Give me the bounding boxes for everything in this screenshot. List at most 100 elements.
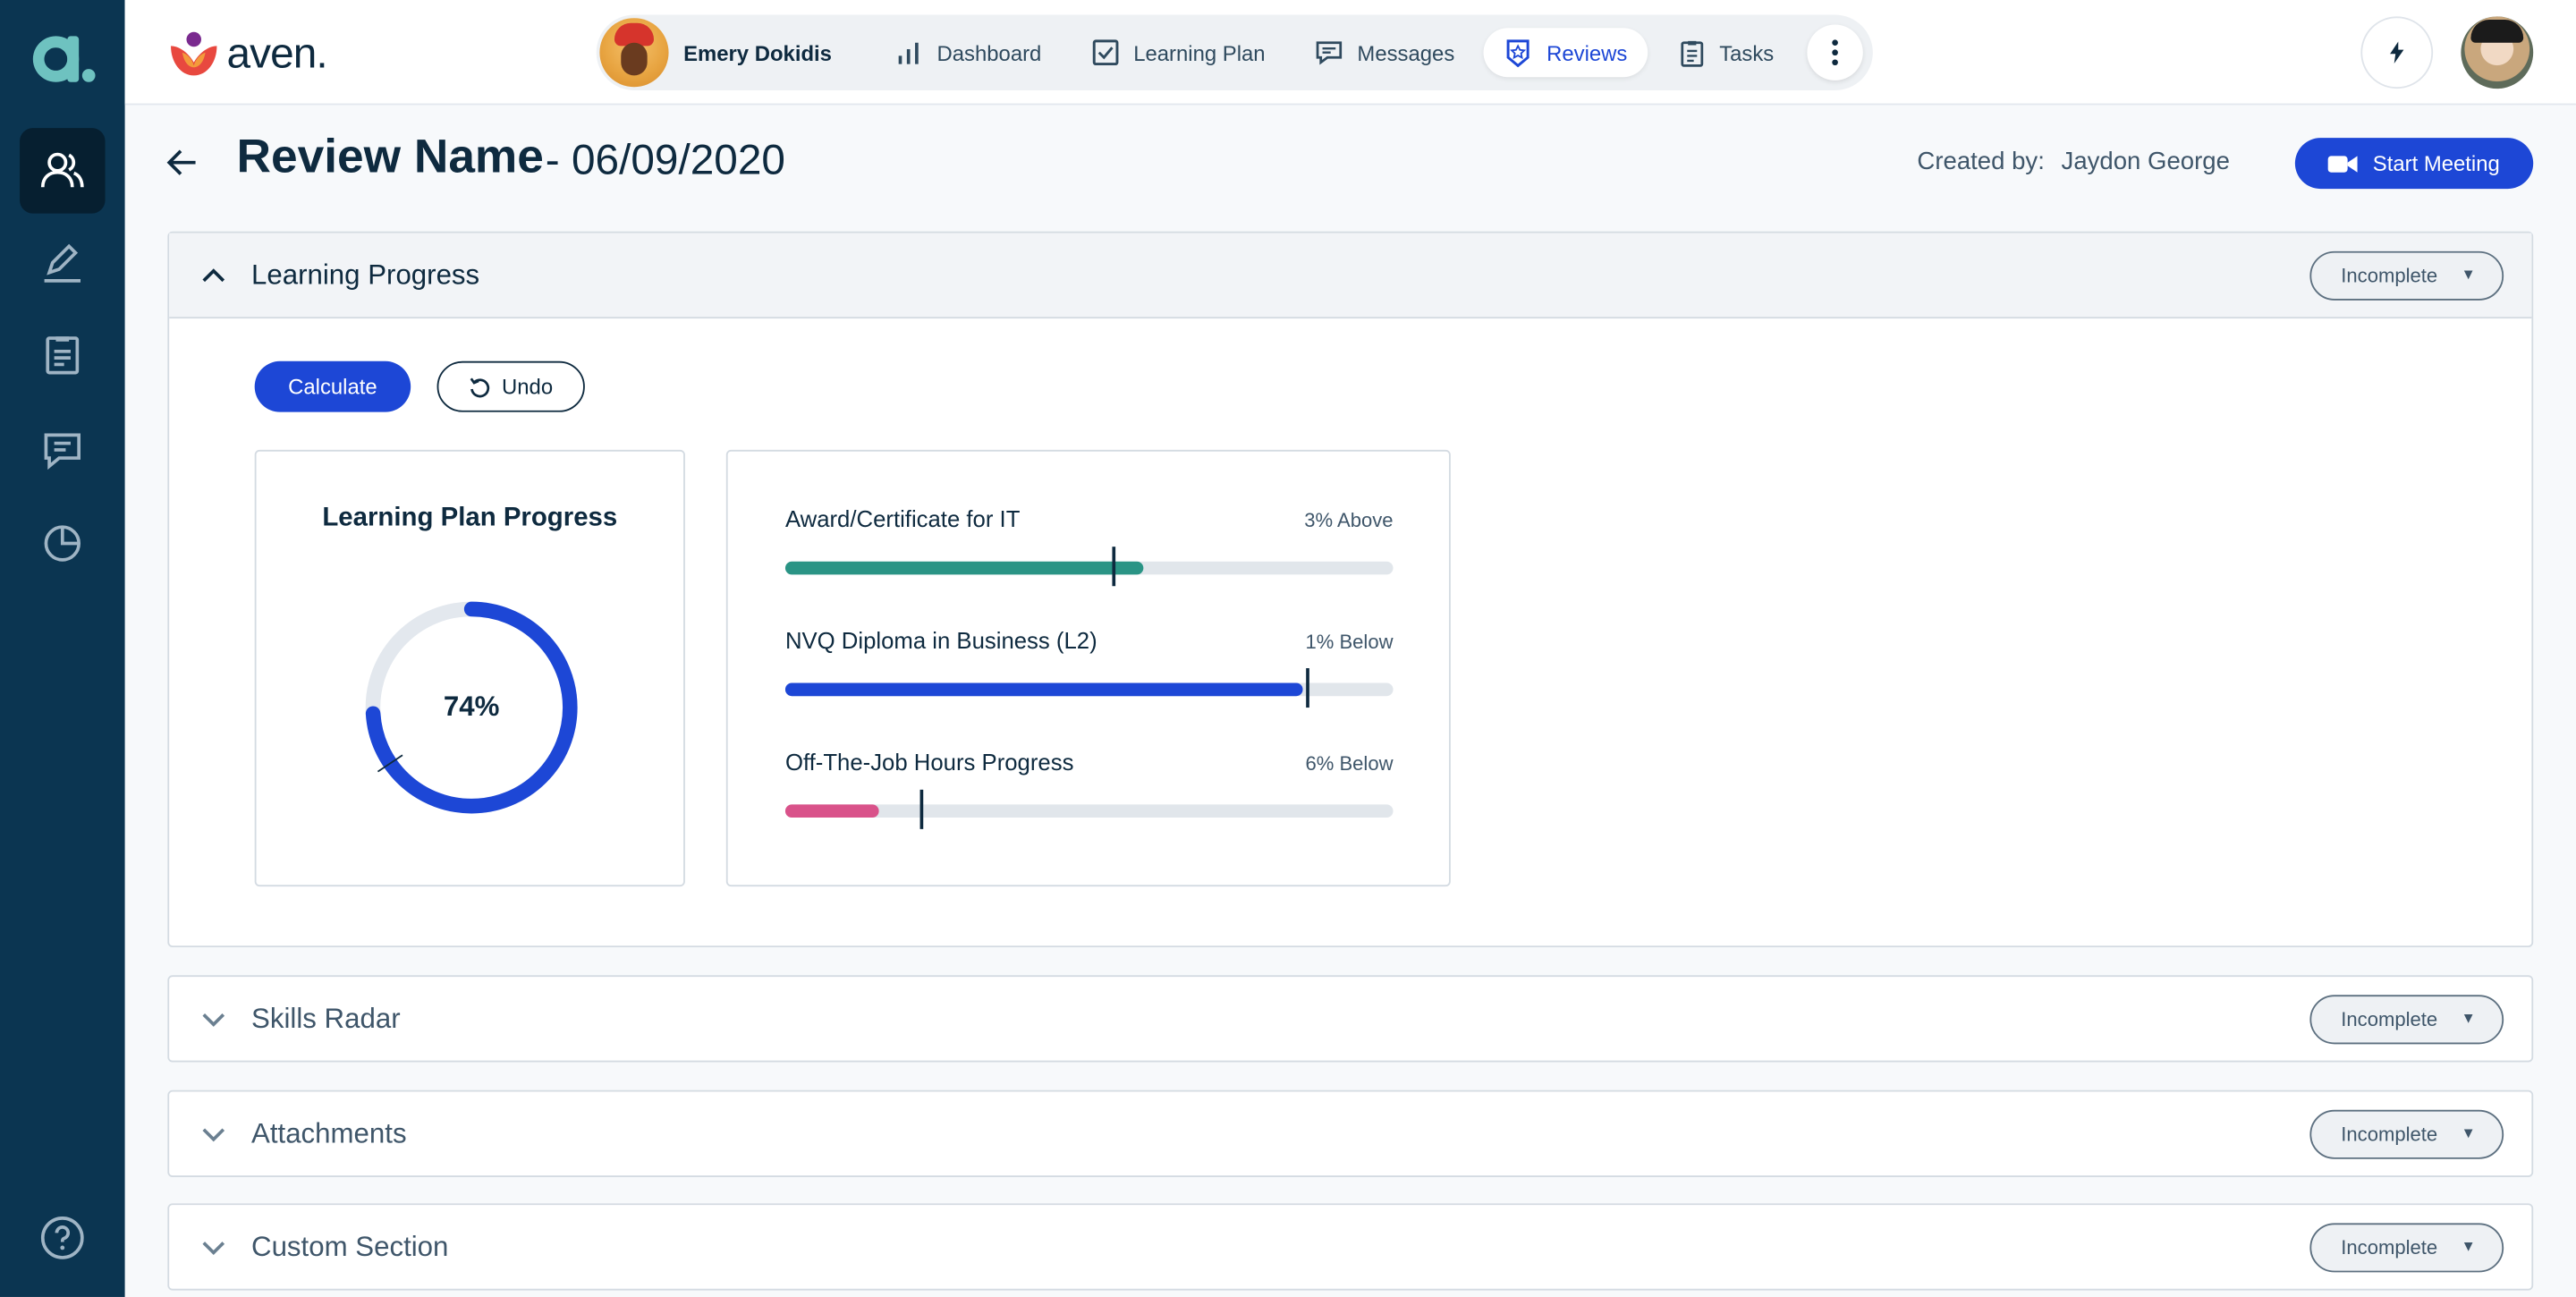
created-by-name: Jaydon George [2061,148,2230,176]
sidebar-item-tasks[interactable] [20,312,106,397]
status-value: Incomplete [2341,1007,2438,1031]
section-attachments: Attachments Incomplete ▼ [167,1089,2534,1177]
progress-row-delta: 6% Below [1305,751,1394,776]
tab-label: Tasks [1719,39,1775,65]
chevron-up-icon[interactable] [199,261,228,291]
pen-icon [44,243,80,283]
learner-avatar [599,18,669,88]
chevron-down-icon[interactable] [199,1005,228,1034]
checkbox-icon [1092,39,1119,66]
lightning-icon [2390,41,2404,64]
caret-down-icon: ▼ [2461,1124,2476,1141]
chevron-down-icon[interactable] [199,1120,228,1149]
chevron-down-icon[interactable] [199,1233,228,1262]
back-arrow-icon[interactable] [165,145,200,181]
progress-track [784,789,1394,829]
learner-switcher[interactable]: Emery Dokidis [599,18,874,88]
brand-name: aven. [226,27,327,77]
progress-target-marker [1112,547,1115,587]
bar-chart-icon [899,42,919,64]
brand[interactable]: aven. [167,26,328,79]
section-title: Learning Progress [251,259,480,290]
review-date: - 06/09/2020 [545,134,785,184]
progress-fill [784,804,880,818]
progress-fill [784,682,1302,697]
pie-chart-icon [44,525,80,562]
tab-label: Learning Plan [1133,39,1266,65]
undo-button[interactable]: Undo [436,360,585,412]
more-vertical-icon [1832,39,1838,66]
section-custom: Custom Section Incomplete ▼ [167,1203,2534,1291]
sidebar-item-edit[interactable] [20,220,106,305]
clipboard-icon [46,336,80,375]
start-meeting-label: Start Meeting [2372,150,2500,176]
page-title: Review Name [236,131,544,184]
learner-nav: Emery Dokidis Dashboard Learning Plan Me… [596,14,1873,90]
chat-icon [1316,41,1343,65]
status-dropdown[interactable]: Incomplete ▼ [2309,1223,2504,1273]
sidebar-item-reports[interactable] [20,499,106,584]
clipboard-icon [1680,40,1703,67]
section-learning-progress: Learning Progress Incomplete ▼ Calculate… [167,231,2534,948]
chat-icon [44,433,80,470]
progress-target-marker [1306,668,1310,708]
calculate-button[interactable]: Calculate [254,360,411,412]
tab-learning-plan[interactable]: Learning Plan [1071,28,1284,77]
learning-plan-progress-card: Learning Plan Progress 74% [254,449,685,887]
section-header[interactable]: Custom Section Incomplete ▼ [169,1205,2531,1290]
qualification-progress-card: Award/Certificate for IT 3% Above NVQ Di… [725,449,1451,887]
tab-tasks[interactable]: Tasks [1657,28,1793,77]
caret-down-icon: ▼ [2461,1009,2476,1027]
users-icon [40,152,84,188]
tab-label: Messages [1357,39,1455,65]
tab-messages[interactable]: Messages [1295,28,1475,77]
top-bar: aven. Emery Dokidis Dashboard Learning P… [124,0,2576,106]
start-meeting-button[interactable]: Start Meeting [2294,138,2534,190]
progress-row-delta: 1% Below [1305,630,1394,654]
tab-label: Dashboard [936,39,1042,65]
app-root: aven. Emery Dokidis Dashboard Learning P… [0,0,2576,1297]
learner-name: Emery Dokidis [683,39,832,65]
help-icon[interactable] [39,1215,85,1260]
section-title: Skills Radar [251,1003,401,1035]
status-dropdown[interactable]: Incomplete ▼ [2309,250,2504,301]
status-dropdown[interactable]: Incomplete ▼ [2309,995,2504,1045]
progress-row-delta: 3% Above [1304,508,1394,532]
review-badge-icon [1507,39,1530,68]
progress-fill [784,561,1144,575]
undo-label: Undo [502,374,554,400]
section-header[interactable]: Learning Progress Incomplete ▼ [169,233,2532,319]
caret-down-icon: ▼ [2461,266,2476,283]
app-logo-icon[interactable] [26,26,98,85]
sidebar-item-learners[interactable] [20,128,106,214]
caret-down-icon: ▼ [2461,1237,2476,1255]
user-avatar[interactable] [2461,16,2534,89]
created-by: Created by: Jaydon George [1917,148,2230,175]
sidebar [0,0,125,1297]
section-title: Attachments [251,1117,407,1149]
tab-label: Reviews [1546,39,1628,65]
status-value: Incomplete [2341,264,2438,288]
section-header[interactable]: Attachments Incomplete ▼ [169,1092,2531,1177]
status-dropdown[interactable]: Incomplete ▼ [2309,1109,2504,1159]
section-skills-radar: Skills Radar Incomplete ▼ [167,975,2534,1063]
progress-track [784,547,1394,587]
status-value: Incomplete [2341,1236,2438,1259]
undo-icon [470,377,490,397]
section-header[interactable]: Skills Radar Incomplete ▼ [169,977,2531,1062]
video-camera-icon [2328,155,2359,172]
tab-reviews[interactable]: Reviews [1484,28,1648,78]
card-title: Learning Plan Progress [322,504,618,532]
progress-target-marker [920,789,924,829]
brand-logo-icon [171,31,217,76]
progress-row-name: Award/Certificate for IT [784,505,1021,532]
donut-percent: 74% [443,691,500,723]
quick-actions-button[interactable] [2360,16,2434,89]
status-value: Incomplete [2341,1123,2438,1147]
sidebar-item-messages[interactable] [20,407,106,492]
section-title: Custom Section [251,1231,449,1263]
progress-row-name: Off-The-Job Hours Progress [784,748,1074,776]
progress-track [784,668,1394,708]
more-menu-button[interactable] [1807,24,1863,81]
tab-dashboard[interactable]: Dashboard [875,28,1062,77]
